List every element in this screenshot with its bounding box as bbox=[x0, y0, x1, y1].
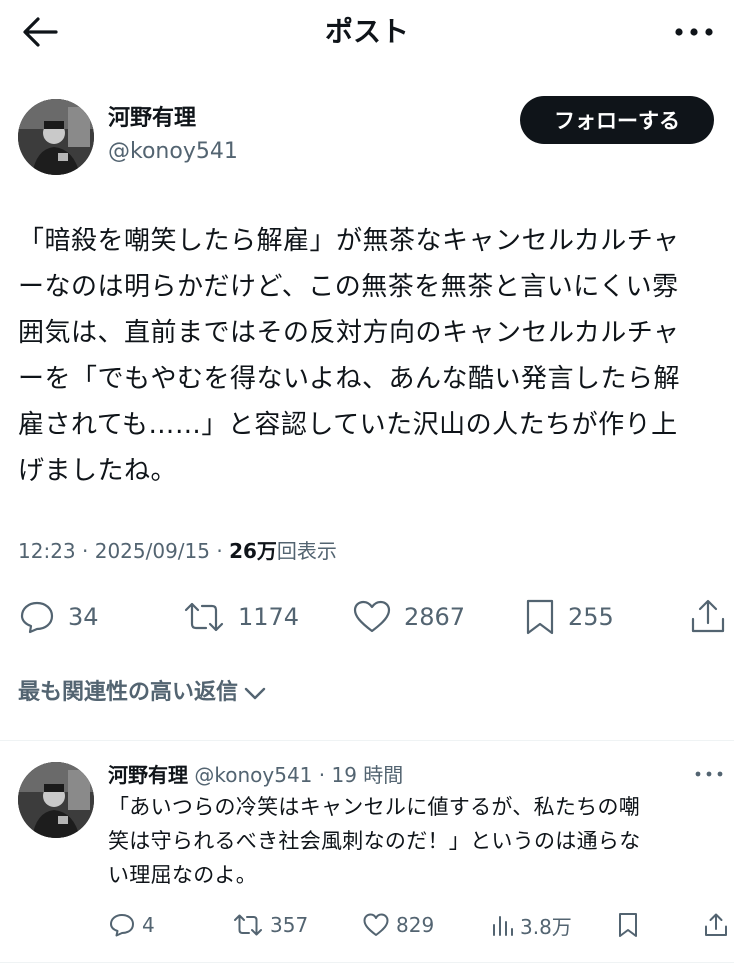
repost-icon bbox=[184, 602, 224, 632]
separator: · bbox=[210, 539, 230, 563]
reply-button[interactable]: 34 bbox=[18, 590, 99, 644]
repost-icon bbox=[234, 914, 262, 936]
separator: · bbox=[75, 539, 95, 563]
author-handle[interactable]: @konoy541 bbox=[108, 137, 238, 167]
divider bbox=[0, 962, 734, 963]
repost-count: 1174 bbox=[238, 603, 300, 631]
post-actions: 34 1174 2867 255 bbox=[0, 590, 734, 644]
view-count-label: 回表示 bbox=[276, 539, 337, 563]
view-count: 26万 bbox=[229, 539, 277, 563]
more-options-button[interactable] bbox=[670, 12, 718, 52]
post-date[interactable]: 2025/09/15 bbox=[95, 539, 210, 563]
more-horizontal-icon bbox=[695, 771, 723, 777]
share-icon bbox=[705, 913, 727, 936]
like-button[interactable]: 2867 bbox=[352, 590, 465, 644]
reply-view-count: 3.8万 bbox=[520, 914, 572, 939]
author-name[interactable]: 河野有理 bbox=[108, 104, 196, 134]
reply-reply-count: 4 bbox=[142, 913, 155, 937]
divider bbox=[0, 740, 734, 741]
top-bar: ポスト bbox=[0, 0, 734, 64]
reply-actions: 4 357 829 3.8万 bbox=[100, 903, 734, 947]
chevron-down-icon bbox=[244, 687, 266, 700]
more-horizontal-icon bbox=[675, 28, 713, 36]
reply-reply-button[interactable]: 4 bbox=[108, 903, 155, 947]
bookmark-button[interactable]: 255 bbox=[524, 590, 614, 644]
speech-bubble-icon bbox=[110, 914, 134, 937]
reply-views-button[interactable]: 3.8万 bbox=[490, 903, 572, 947]
heart-icon bbox=[363, 913, 389, 936]
reply-more-button[interactable] bbox=[692, 760, 726, 788]
separator: · bbox=[312, 763, 332, 787]
reply-sort-dropdown[interactable]: 最も関連性の高い返信 bbox=[18, 676, 268, 710]
bookmark-icon bbox=[526, 599, 554, 635]
post-meta: 12:23 · 2025/09/15 · 26万回表示 bbox=[18, 536, 337, 566]
speech-bubble-icon bbox=[20, 601, 54, 634]
page-title: ポスト bbox=[324, 15, 409, 48]
repost-button[interactable]: 1174 bbox=[182, 590, 299, 644]
reply-text: 「あいつらの冷笑はキャンセルに値するが、私たちの嘲 笑は守られるべき社会風刺なの… bbox=[108, 795, 641, 887]
reply-time[interactable]: 19 時間 bbox=[331, 763, 403, 787]
follow-button[interactable]: フォローする bbox=[520, 96, 714, 144]
avatar-photo bbox=[18, 762, 94, 838]
reply-repost-count: 357 bbox=[270, 913, 309, 937]
bookmark-icon bbox=[619, 913, 637, 937]
reply-author-handle[interactable]: @konoy541 bbox=[194, 763, 312, 787]
bar-chart-icon bbox=[493, 916, 513, 936]
avatar-photo bbox=[18, 99, 94, 175]
reply-count: 34 bbox=[68, 603, 99, 631]
heart-icon bbox=[353, 600, 391, 633]
reply-sort-label: 最も関連性の高い返信 bbox=[18, 680, 239, 705]
share-icon bbox=[691, 599, 725, 633]
reply-header: 河野有理 @konoy541 · 19 時間 bbox=[108, 760, 403, 790]
author-avatar[interactable] bbox=[18, 99, 94, 175]
like-count: 2867 bbox=[404, 603, 466, 631]
reply-like-button[interactable]: 829 bbox=[362, 903, 434, 947]
bookmark-count: 255 bbox=[568, 603, 614, 631]
reply-repost-button[interactable]: 357 bbox=[232, 903, 308, 947]
reply-share-button[interactable] bbox=[702, 903, 730, 947]
share-button[interactable] bbox=[688, 590, 728, 644]
post-text: 「暗殺を嘲笑したら解雇」が無茶なキャンセルカルチャ ーなのは明らかだけど、この無… bbox=[18, 226, 680, 486]
reply-bookmark-button[interactable] bbox=[616, 903, 640, 947]
post-time[interactable]: 12:23 bbox=[18, 539, 76, 563]
reply-like-count: 829 bbox=[396, 913, 435, 937]
reply-author-name[interactable]: 河野有理 bbox=[108, 763, 188, 787]
reply-avatar[interactable] bbox=[18, 762, 94, 838]
